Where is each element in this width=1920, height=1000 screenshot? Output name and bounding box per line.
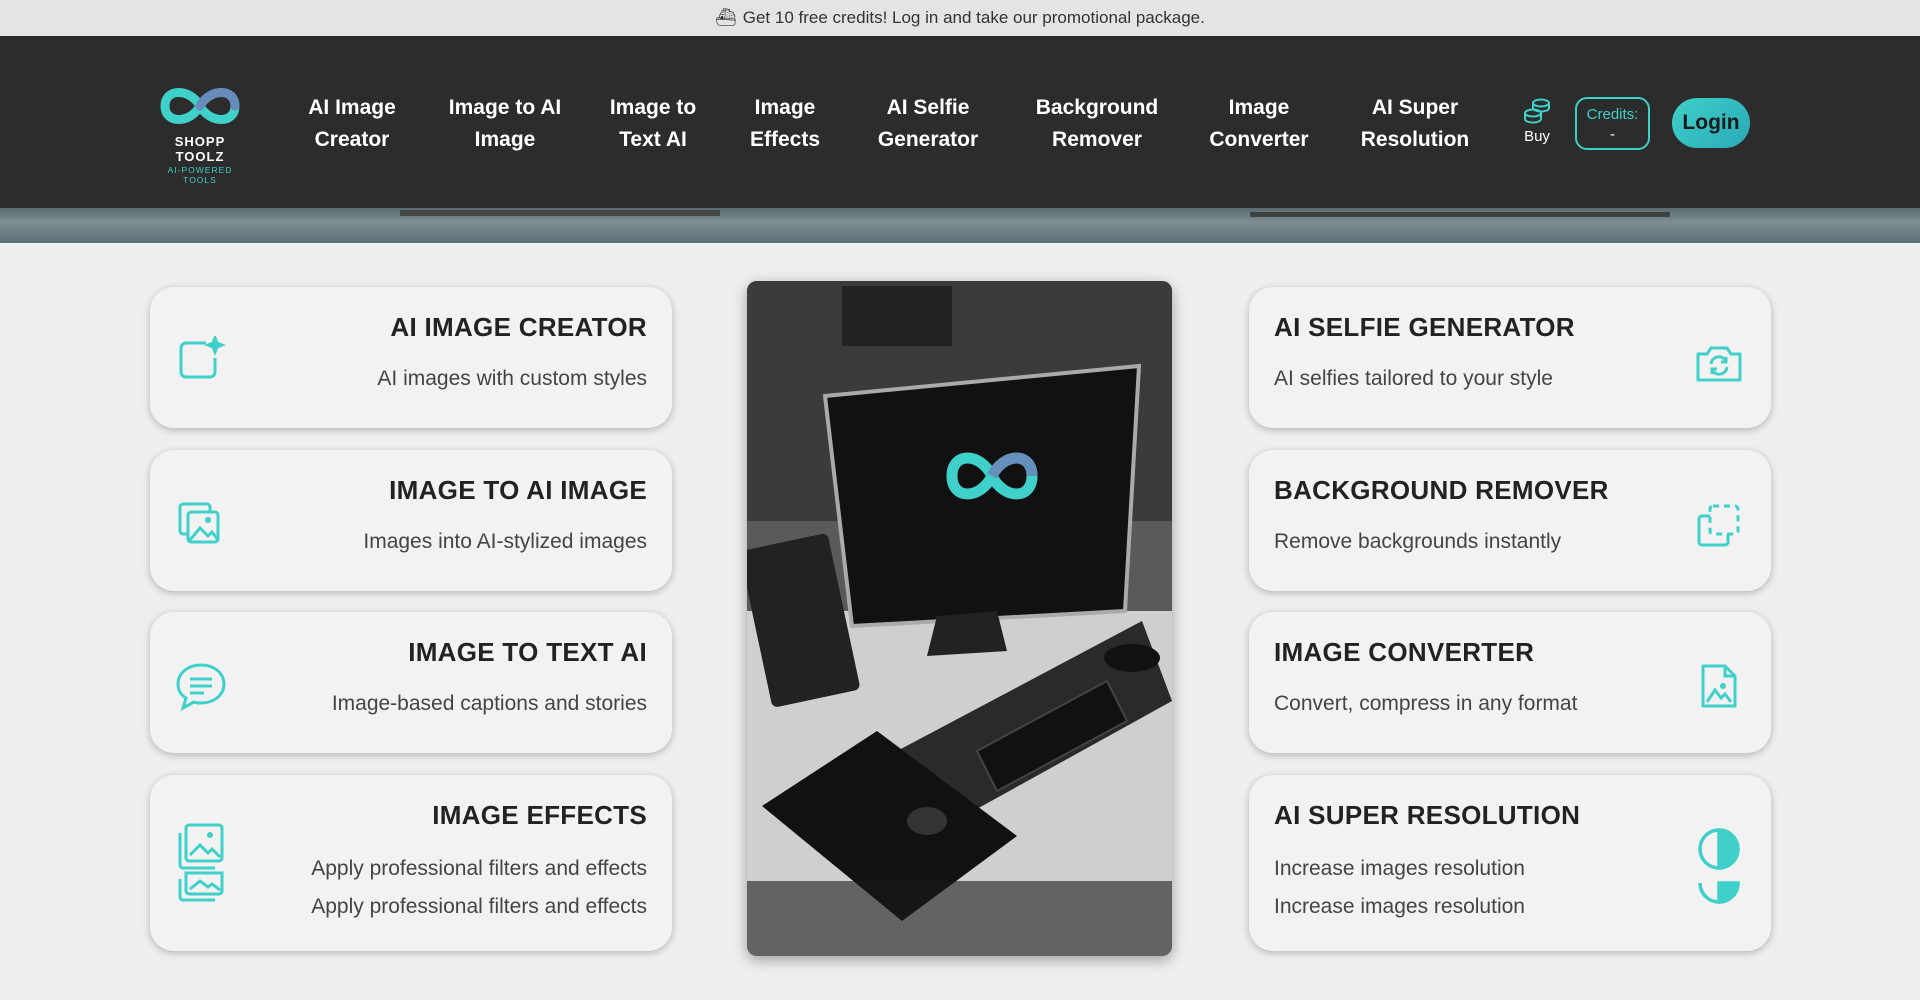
nav-image-converter[interactable]: Image Converter bbox=[1203, 92, 1315, 156]
camera-rotate-icon bbox=[1696, 346, 1742, 382]
card-title: IMAGE TO AI IMAGE bbox=[389, 475, 647, 505]
card-title: BACKGROUND REMOVER bbox=[1274, 475, 1609, 505]
nav-image-to-text-ai[interactable]: Image to Text AI bbox=[600, 92, 706, 156]
login-button[interactable]: Login bbox=[1672, 98, 1750, 148]
banner-boat-shape bbox=[400, 210, 720, 240]
hero-desk-image bbox=[747, 281, 1172, 956]
logo[interactable]: SHOPP TOOLZ AI-POWERED TOOLS bbox=[150, 80, 250, 185]
banner-boat-shape bbox=[1250, 212, 1670, 238]
card-ai-image-creator[interactable]: AI IMAGE CREATOR AI images with custom s… bbox=[150, 287, 672, 428]
buy-button[interactable]: Buy bbox=[1518, 96, 1556, 145]
card-desc: Apply professional filters and effects bbox=[311, 857, 647, 880]
card-ai-selfie-generator[interactable]: AI SELFIE GENERATOR AI selfies tailored … bbox=[1249, 287, 1771, 428]
infinity-logo-icon bbox=[160, 88, 240, 124]
ship-icon: ⛴ bbox=[715, 8, 737, 27]
card-desc-duplicate: Increase images resolution bbox=[1274, 895, 1525, 918]
promo-text: Get 10 free credits! Log in and take our… bbox=[742, 8, 1205, 27]
credits-value: - bbox=[1610, 126, 1615, 143]
card-title: AI SUPER RESOLUTION bbox=[1274, 800, 1581, 830]
promo-bar[interactable]: ⛴ Get 10 free credits! Log in and take o… bbox=[0, 0, 1920, 36]
card-desc: AI selfies tailored to your style bbox=[1274, 367, 1553, 390]
card-desc: Image-based captions and stories bbox=[331, 692, 647, 715]
image-sparkle-icon bbox=[179, 336, 226, 379]
card-image-effects[interactable]: IMAGE EFFECTS Apply professional filters… bbox=[150, 775, 672, 951]
desk-illustration bbox=[747, 281, 1172, 956]
buy-label: Buy bbox=[1524, 128, 1550, 145]
logo-tagline: AI-POWERED TOOLS bbox=[167, 165, 233, 185]
copy-dashed-icon bbox=[1697, 504, 1740, 547]
card-image-to-text-ai[interactable]: IMAGE TO TEXT AI Image-based captions an… bbox=[150, 612, 672, 753]
nav-image-effects[interactable]: Image Effects bbox=[740, 92, 830, 156]
card-ai-super-resolution[interactable]: AI SUPER RESOLUTION Increase images reso… bbox=[1249, 775, 1771, 951]
card-title: IMAGE CONVERTER bbox=[1274, 637, 1535, 667]
top-navigation: SHOPP TOOLZ AI-POWERED TOOLS AI Image Cre… bbox=[0, 36, 1920, 208]
card-desc-duplicate: Apply professional filters and effects bbox=[311, 895, 647, 918]
card-image-to-ai-image[interactable]: IMAGE TO AI IMAGE Images into AI-stylize… bbox=[150, 450, 672, 591]
card-desc: Increase images resolution bbox=[1274, 857, 1525, 880]
logo-brand: SHOPP TOOLZ bbox=[174, 134, 226, 164]
nav-ai-image-creator[interactable]: AI Image Creator bbox=[302, 92, 402, 156]
card-desc: AI images with custom styles bbox=[377, 367, 647, 390]
photo-stack-icon bbox=[178, 502, 220, 544]
card-desc: Remove backgrounds instantly bbox=[1274, 530, 1562, 553]
credits-badge[interactable]: Credits: - bbox=[1575, 97, 1650, 150]
card-title: IMAGE TO TEXT AI bbox=[408, 637, 647, 667]
card-title: AI SELFIE GENERATOR bbox=[1274, 312, 1575, 342]
chat-bubble-icon bbox=[176, 663, 226, 712]
hero-banner-strip bbox=[0, 208, 1920, 243]
file-image-icon bbox=[1701, 664, 1737, 708]
card-desc: Images into AI-stylized images bbox=[363, 530, 647, 553]
card-title: AI IMAGE CREATOR bbox=[390, 312, 647, 342]
nav-ai-super-resolution[interactable]: AI Super Resolution bbox=[1356, 92, 1474, 156]
coins-icon bbox=[1524, 98, 1550, 124]
nav-ai-selfie-generator[interactable]: AI Selfie Generator bbox=[868, 92, 988, 156]
card-image-converter[interactable]: IMAGE CONVERTER Convert, compress in any… bbox=[1249, 612, 1771, 753]
nav-image-to-ai-image[interactable]: Image to AI Image bbox=[445, 92, 565, 156]
nav-background-remover[interactable]: Background Remover bbox=[1032, 92, 1162, 156]
card-background-remover[interactable]: BACKGROUND REMOVER Remove backgrounds in… bbox=[1249, 450, 1771, 591]
card-desc: Convert, compress in any format bbox=[1274, 692, 1578, 715]
card-title: IMAGE EFFECTS bbox=[432, 800, 647, 830]
half-circle-icon bbox=[1698, 828, 1740, 904]
gallery-icon bbox=[178, 823, 224, 902]
credits-label: Credits: bbox=[1586, 106, 1639, 123]
